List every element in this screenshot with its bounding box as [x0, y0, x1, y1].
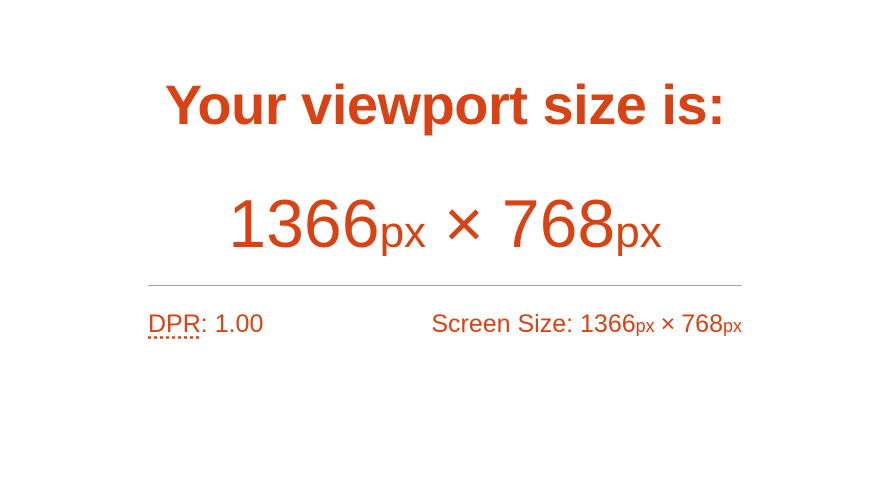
viewport-height-unit: px	[615, 208, 662, 257]
screen-width-unit: px	[635, 316, 655, 336]
screen-height-value: 768	[681, 310, 723, 338]
screen-width-value: 1366	[580, 310, 636, 338]
viewport-width-unit: px	[379, 208, 427, 257]
screen-size-label: Screen Size:	[431, 310, 574, 338]
dpr-value: 1.00	[214, 310, 264, 338]
screen-height-unit: px	[722, 316, 742, 336]
times-symbol: ×	[444, 186, 484, 262]
meta-row: DPR: 1.00 Screen Size: 1366px × 768px	[148, 308, 742, 342]
screen-size-readout: Screen Size: 1366px × 768px	[431, 308, 742, 342]
dpr-readout: DPR: 1.00	[148, 308, 263, 342]
viewport-width-value: 1366	[228, 186, 380, 262]
screen-times-symbol: ×	[660, 310, 676, 338]
page-title: Your viewport size is:	[164, 73, 726, 136]
viewport-info-panel: Your viewport size is: 1366px × 768px DPR:…	[148, 70, 742, 342]
viewport-height-value: 768	[501, 186, 616, 262]
divider	[148, 285, 742, 286]
dpr-separator: :	[200, 310, 208, 338]
viewport-size-readout: 1366px × 768px	[148, 184, 742, 273]
dpr-abbreviation[interactable]: DPR	[148, 310, 201, 338]
